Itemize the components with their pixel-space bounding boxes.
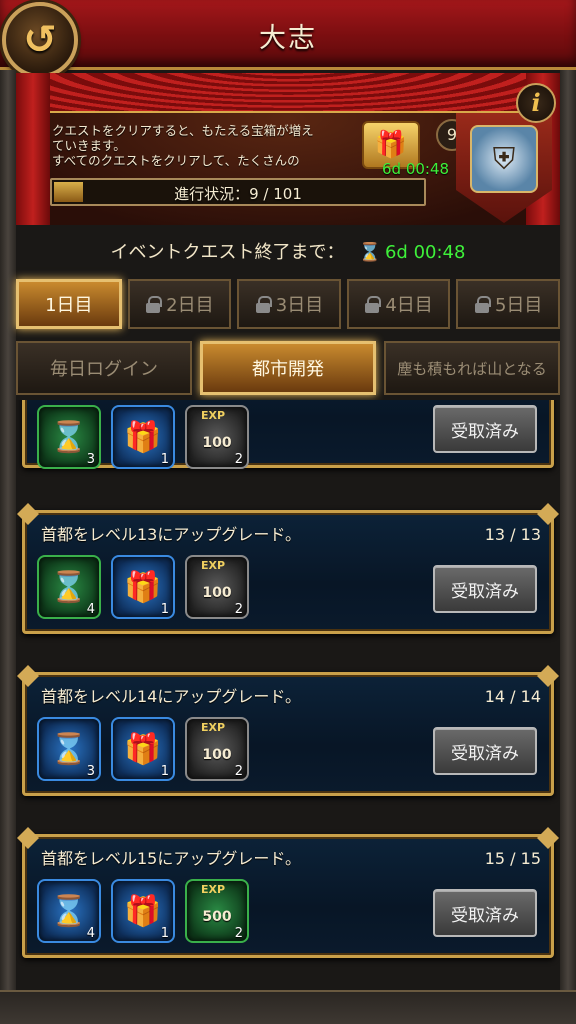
exp-value: 100 (202, 747, 232, 763)
exp-label: EXP (201, 409, 226, 422)
chest-timer: 6d 00:48 (382, 160, 450, 178)
exp-book-icon[interactable]: EXP 100 2 (185, 717, 249, 781)
lock-icon (474, 296, 491, 313)
quest-card: ⌛ 3 🎁 1 EXP 100 2 受取済み (22, 400, 554, 469)
tab-label: 塵も積もれば山となる (397, 359, 547, 378)
quest-card: 首都をレベル13にアップグレード。 13 / 13 ⌛ 4 🎁 1 EXP 100 2 … (22, 510, 554, 634)
reward-qty: 3 (86, 452, 95, 467)
quest-progress: 13 / 13 (484, 525, 541, 544)
hourglass-icon[interactable]: ⌛ 3 (37, 405, 101, 469)
quest-card: 首都をレベル15にアップグレード。 15 / 15 ⌛ 4 🎁 1 EXP 500 2 … (22, 834, 554, 958)
event-timer-row: イベントクエスト終了まで： ⌛ 6d 00:48 (0, 230, 576, 270)
tab-day-4[interactable]: 4日目 (346, 279, 451, 329)
hourglass-icon[interactable]: ⌛ 4 (37, 555, 101, 619)
reward-qty: 1 (160, 926, 169, 941)
reward-qty: 1 (160, 602, 169, 617)
curtain-decoration (16, 73, 560, 113)
description-line: ていきます。 (52, 138, 126, 153)
progress-bar: 進行状況：9 / 101 (50, 178, 426, 206)
reward-list: ⌛ 4 🎁 1 EXP 500 2 (37, 879, 249, 943)
hourglass-icon[interactable]: ⌛ 4 (37, 879, 101, 943)
back-arrow-icon: ↺ (23, 17, 57, 63)
curtain-left (16, 73, 50, 225)
hourglass-icon[interactable]: ⌛ 3 (37, 717, 101, 781)
tab-day-2[interactable]: 2日目 (127, 279, 232, 329)
lock-icon (364, 296, 382, 313)
quest-title: 首都をレベル15にアップグレード。 (41, 849, 302, 868)
quest-list[interactable]: ⌛ 3 🎁 1 EXP 100 2 受取済み 首都をレベル13にアップグレード。 13 … (16, 400, 560, 990)
treasure-chest-icon[interactable]: 🎁 1 (111, 879, 175, 943)
reward-list: ⌛ 3 🎁 1 EXP 100 2 (37, 405, 249, 469)
bottom-frame (0, 990, 576, 1024)
day-tabs: 1日目 2日目 3日目 4日目 5日目 (16, 279, 560, 329)
exp-label: EXP (201, 721, 226, 734)
quest-progress: 15 / 15 (484, 849, 541, 868)
reward-qty: 2 (234, 602, 243, 617)
tab-city-development[interactable]: 都市開発 (200, 341, 376, 395)
event-banner: クエストをクリアすると、もたえる宝箱が増え ていきます。 すべてのクエストをクリ… (16, 73, 560, 225)
hourglass-icon: ⌛ (358, 242, 381, 263)
reward-qty: 1 (160, 452, 169, 467)
tab-day-1[interactable]: 1日目 (16, 279, 122, 329)
reward-qty: 4 (86, 926, 95, 941)
tab-label: 4日目 (385, 295, 433, 316)
tab-accumulate[interactable]: 塵も積もれば山となる (384, 341, 560, 395)
header-bar: 大志 (0, 0, 576, 70)
treasure-chest-icon[interactable]: 🎁 1 (111, 555, 175, 619)
tab-daily-login[interactable]: 毎日ログイン (16, 341, 192, 395)
tab-label: 毎日ログイン (50, 359, 158, 380)
tab-label: 3日目 (275, 295, 324, 316)
exp-label: EXP (201, 559, 226, 572)
reward-list: ⌛ 3 🎁 1 EXP 100 2 (37, 717, 249, 781)
knight-helmet-icon[interactable]: ⛨ (470, 125, 538, 193)
quest-title: 首都をレベル14にアップグレード。 (41, 687, 302, 706)
reward-qty: 2 (234, 926, 243, 941)
tab-day-5[interactable]: 5日目 (456, 279, 560, 329)
exp-book-icon[interactable]: EXP 100 2 (185, 405, 249, 469)
claimed-button[interactable]: 受取済み (433, 405, 537, 453)
reward-qty: 1 (160, 764, 169, 779)
claimed-button[interactable]: 受取済み (433, 727, 537, 775)
claimed-button[interactable]: 受取済み (433, 889, 537, 937)
right-frame (560, 70, 576, 1024)
exp-value: 100 (202, 435, 232, 451)
left-frame (0, 70, 16, 1024)
lock-icon (255, 296, 272, 313)
exp-book-icon[interactable]: EXP 500 2 (185, 879, 249, 943)
reward-qty: 2 (234, 764, 243, 779)
description-line: クエストをクリアすると、もたえる宝箱が増え (52, 123, 314, 138)
tab-label: 5日目 (494, 295, 543, 316)
claimed-button[interactable]: 受取済み (433, 565, 537, 613)
back-button[interactable]: ↺ (2, 2, 78, 78)
exp-label: EXP (201, 883, 226, 896)
reward-qty: 2 (234, 452, 243, 467)
exp-value: 100 (202, 585, 232, 601)
info-button[interactable]: i (516, 83, 556, 123)
banner-description: クエストをクリアすると、もたえる宝箱が増え ていきます。 すべてのクエストをクリ… (52, 123, 382, 168)
quest-title: 首都をレベル13にアップグレード。 (41, 525, 302, 544)
tab-label: 1日目 (45, 295, 93, 316)
category-tabs: 毎日ログイン 都市開発 塵も積もれば山となる (16, 341, 560, 395)
description-line: すべてのクエストをクリアして、たくさんの (52, 153, 300, 168)
treasure-chest-icon[interactable]: 🎁 1 (111, 717, 175, 781)
reward-list: ⌛ 4 🎁 1 EXP 100 2 (37, 555, 249, 619)
treasure-chest-icon[interactable]: 🎁 1 (111, 405, 175, 469)
tab-label: 2日目 (166, 295, 214, 316)
tab-label: 都市開発 (252, 359, 324, 380)
quest-progress: 14 / 14 (484, 687, 541, 706)
page-title: 大志 (259, 23, 317, 54)
progress-label: 進行状況：9 / 101 (174, 185, 302, 203)
exp-value: 500 (202, 909, 232, 925)
reward-qty: 3 (86, 764, 95, 779)
quest-card: 首都をレベル14にアップグレード。 14 / 14 ⌛ 3 🎁 1 EXP 100 2 … (22, 672, 554, 796)
exp-book-icon[interactable]: EXP 100 2 (185, 555, 249, 619)
lock-icon (145, 296, 163, 313)
event-timer-value: 6d 00:48 (384, 242, 466, 263)
event-timer-label: イベントクエスト終了まで： (110, 242, 345, 263)
tab-day-3[interactable]: 3日目 (237, 279, 341, 329)
reward-qty: 4 (86, 602, 95, 617)
